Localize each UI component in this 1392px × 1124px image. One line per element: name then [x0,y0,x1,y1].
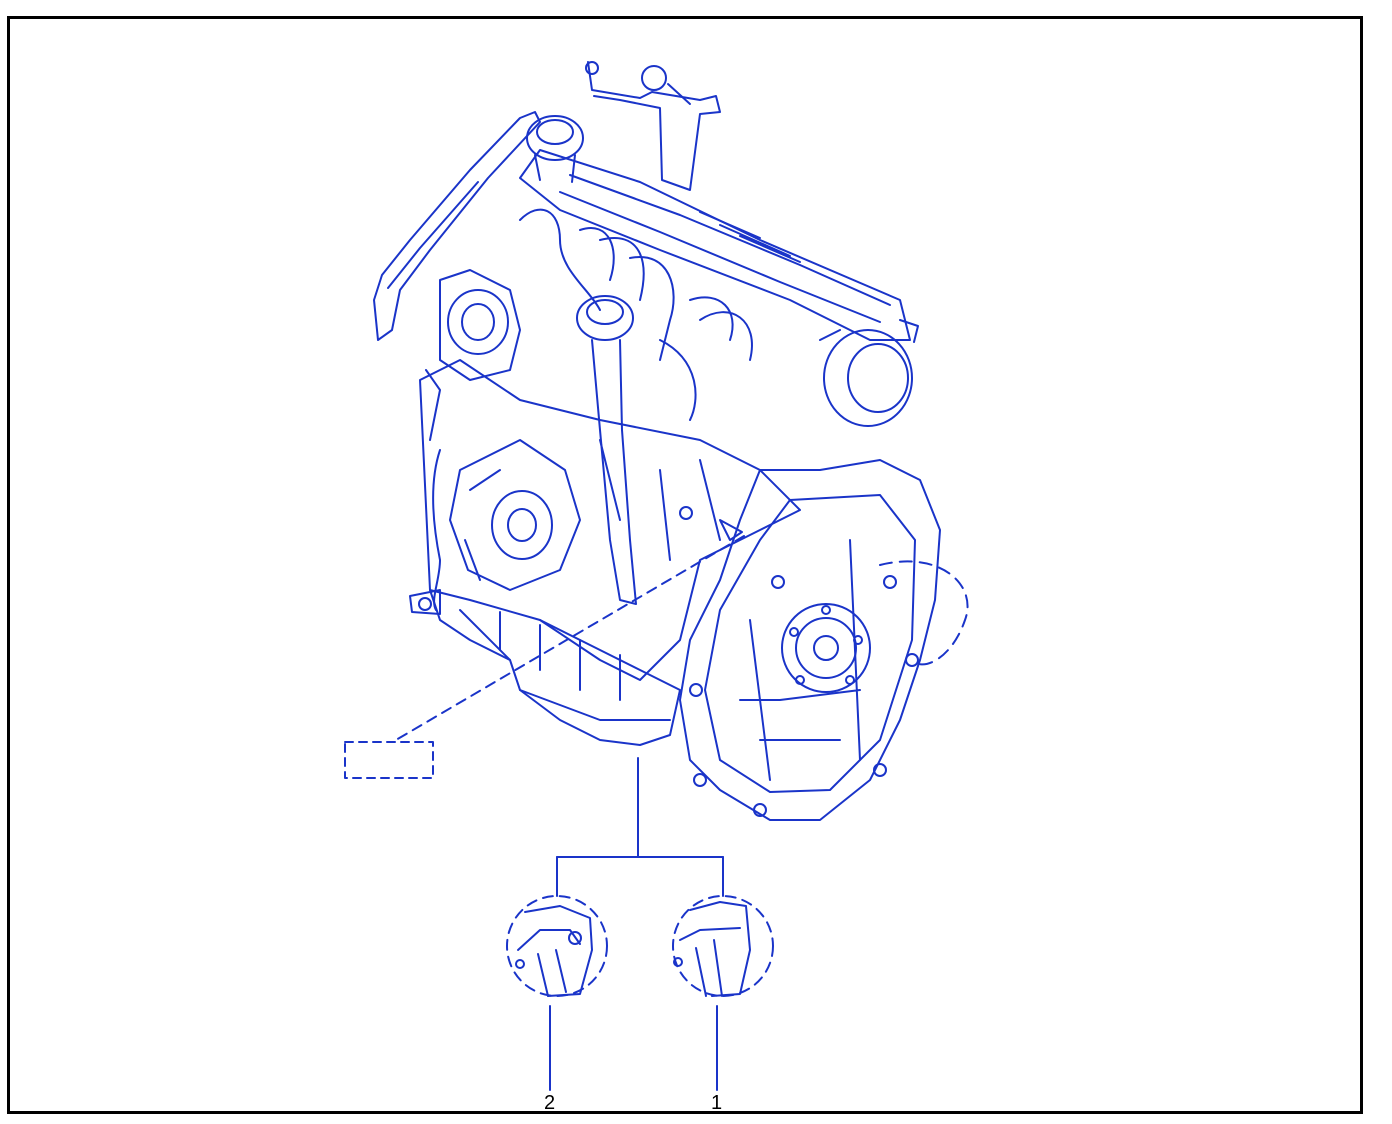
engine-exploded-diagram [344,61,969,1091]
detail-2-circle [506,895,608,997]
callout-1-label: 1 [711,1092,723,1114]
callout-2-label: 2 [544,1092,556,1114]
engine-assembly [373,61,941,821]
detail-1-circle [672,895,774,997]
detail-leader-tree [556,757,724,897]
id-plate-box [344,741,434,779]
